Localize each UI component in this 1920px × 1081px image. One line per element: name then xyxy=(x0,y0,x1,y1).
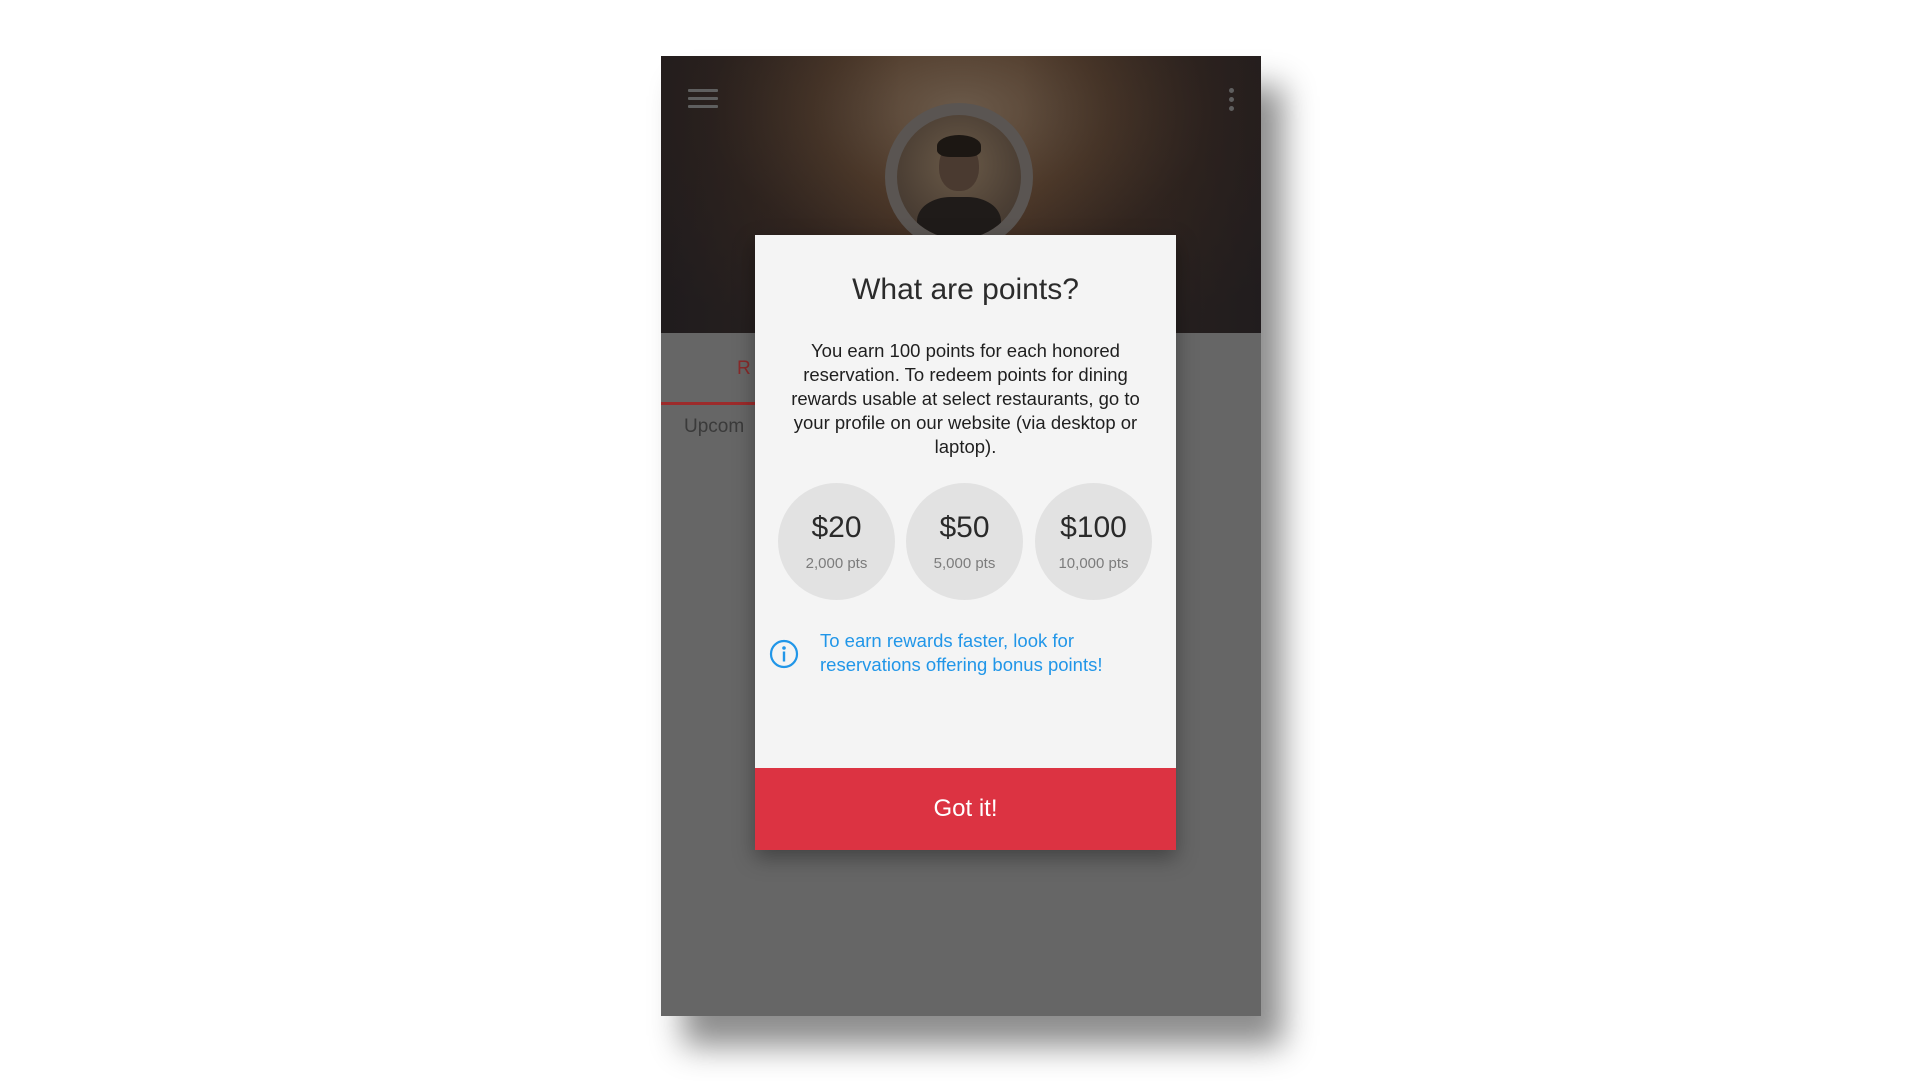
reward-tier-100: $100 10,000 pts xyxy=(1035,483,1152,600)
tier-amount: $50 xyxy=(939,511,990,544)
reward-tiers: $20 2,000 pts $50 5,000 pts $100 10,000 … xyxy=(778,483,1158,601)
avatar-ring xyxy=(885,103,1033,251)
screen: R Upcom What are points? You earn 100 po… xyxy=(0,0,1920,1081)
tab-reservations-label[interactable]: R xyxy=(737,358,751,380)
reward-tier-50: $50 5,000 pts xyxy=(906,483,1023,600)
dialog-body-text: You earn 100 points for each honored res… xyxy=(791,340,1140,457)
dialog-title: What are points? xyxy=(852,273,1079,306)
tier-points: 10,000 pts xyxy=(1058,555,1129,572)
tier-points: 5,000 pts xyxy=(933,555,996,572)
tier-points: 2,000 pts xyxy=(805,555,868,572)
more-vertical-icon[interactable] xyxy=(1229,88,1235,112)
points-info-dialog: What are points? You earn 100 points for… xyxy=(755,235,1176,850)
avatar[interactable] xyxy=(897,115,1021,239)
tier-amount: $20 xyxy=(811,511,862,544)
tier-amount: $100 xyxy=(1060,511,1127,544)
tip-text: To earn rewards faster, look for reserva… xyxy=(820,630,1103,675)
hamburger-menu-icon[interactable] xyxy=(688,89,718,111)
got-it-button[interactable]: Got it! xyxy=(755,768,1176,850)
upcoming-section-label: Upcom xyxy=(684,416,745,437)
bonus-points-tip: To earn rewards faster, look for reserva… xyxy=(769,629,1164,681)
reward-tier-20: $20 2,000 pts xyxy=(778,483,895,600)
info-circle-icon xyxy=(769,639,799,669)
